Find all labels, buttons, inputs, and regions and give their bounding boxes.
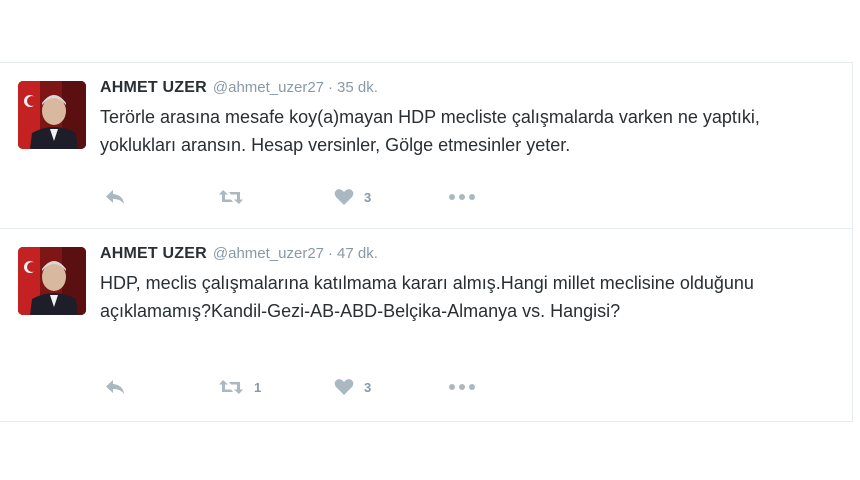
like-count: 3	[364, 189, 372, 205]
separator-dot: ·	[328, 79, 334, 96]
tweet-timeline: AHMET UZER @ahmet_uzer27 · 35 dk. Terörle a…	[0, 62, 853, 422]
heart-icon	[334, 378, 354, 396]
retweet-icon	[218, 378, 244, 396]
retweet-button[interactable]	[218, 185, 334, 209]
retweet-button[interactable]: 1	[218, 375, 334, 399]
tweet-text: HDP, meclis çalışmalarına katılmama kara…	[100, 273, 754, 321]
more-dots-icon	[448, 193, 476, 201]
user-handle[interactable]: @ahmet_uzer27	[213, 245, 324, 262]
tweet[interactable]: AHMET UZER @ahmet_uzer27 · 35 dk. Terörle a…	[0, 63, 852, 229]
separator-dot: ·	[328, 245, 334, 262]
tweet-actions: 3	[104, 185, 488, 209]
avatar[interactable]	[18, 247, 86, 315]
reply-button[interactable]	[104, 185, 218, 209]
reply-button[interactable]	[104, 375, 218, 399]
display-name[interactable]: AHMET UZER	[100, 79, 207, 96]
like-count: 3	[364, 379, 372, 395]
tweet-text: Terörle arasına mesafe koy(a)mayan HDP m…	[100, 107, 760, 155]
retweet-icon	[218, 188, 244, 206]
tweet-header: AHMET UZER @ahmet_uzer27 · 35 dk.	[100, 77, 838, 99]
tweet-header: AHMET UZER @ahmet_uzer27 · 47 dk.	[100, 243, 838, 265]
more-dots-icon	[448, 383, 476, 391]
tweet[interactable]: AHMET UZER @ahmet_uzer27 · 47 dk. HDP, mecl…	[0, 229, 852, 421]
user-handle[interactable]: @ahmet_uzer27	[213, 79, 324, 96]
retweet-count: 1	[254, 379, 262, 395]
more-button[interactable]	[448, 375, 488, 399]
heart-icon	[334, 188, 354, 206]
page: AHMET UZER @ahmet_uzer27 · 35 dk. Terörle a…	[0, 0, 860, 480]
reply-icon	[104, 188, 126, 206]
display-name[interactable]: AHMET UZER	[100, 245, 207, 262]
reply-icon	[104, 378, 126, 396]
timestamp[interactable]: 35 dk.	[337, 79, 378, 96]
like-button[interactable]: 3	[334, 185, 448, 209]
avatar[interactable]	[18, 81, 86, 149]
like-button[interactable]: 3	[334, 375, 448, 399]
timestamp[interactable]: 47 dk.	[337, 245, 378, 262]
tweet-actions: 1 3	[104, 375, 488, 399]
more-button[interactable]	[448, 185, 488, 209]
